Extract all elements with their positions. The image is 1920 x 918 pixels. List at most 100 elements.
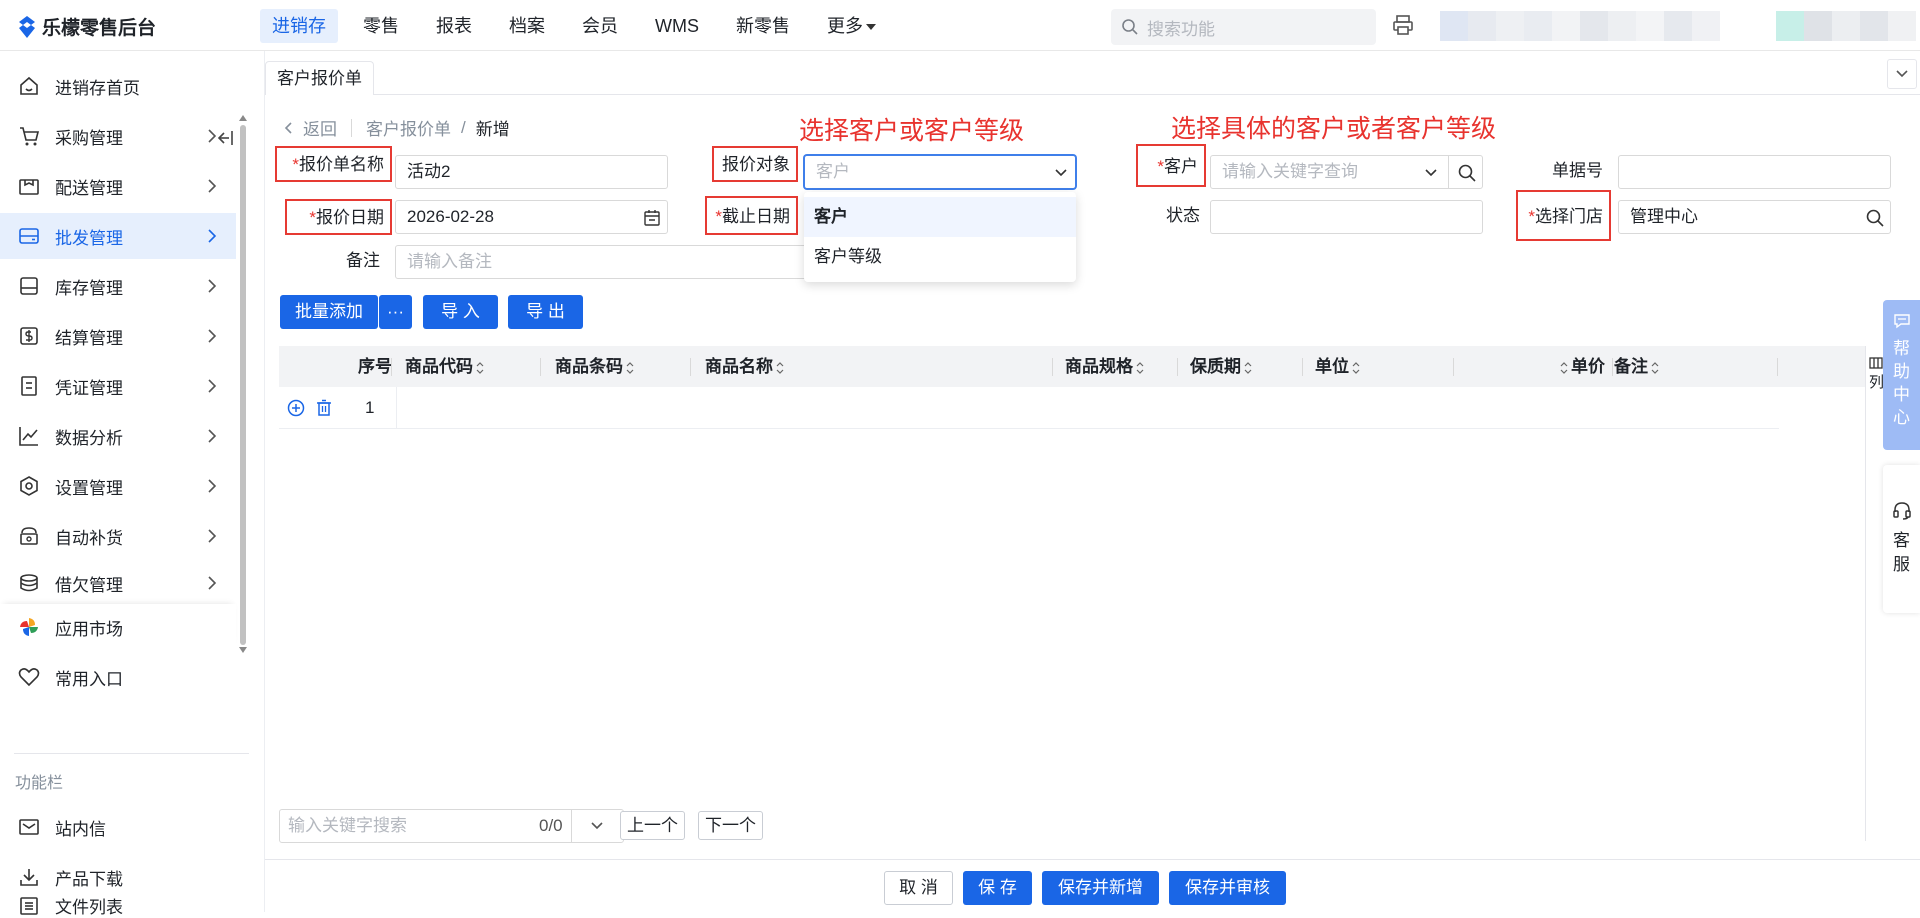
- column-divider: [391, 358, 392, 376]
- quote-target-select[interactable]: 客户: [804, 155, 1076, 189]
- tab-customer-quote[interactable]: 客户报价单: [265, 61, 374, 95]
- sidebar-item-delivery[interactable]: 配送管理: [0, 163, 236, 209]
- col-spec[interactable]: 商品规格: [1065, 346, 1144, 387]
- col-barcode[interactable]: 商品条码: [555, 346, 634, 387]
- nav-more[interactable]: 更多: [815, 9, 888, 43]
- heart-icon: [18, 668, 40, 687]
- delete-row-icon[interactable]: [315, 399, 333, 417]
- col-remark[interactable]: 备注: [1614, 346, 1659, 387]
- customer-input[interactable]: 请输入关键字查询: [1210, 155, 1483, 189]
- col-shelf-life[interactable]: 保质期: [1190, 346, 1252, 387]
- find-prev-button[interactable]: 上一个: [620, 811, 685, 840]
- sidebar-item-favorites[interactable]: 常用入口: [0, 654, 236, 700]
- sidebar-item-wholesale[interactable]: 批发管理: [0, 213, 236, 259]
- remark-input[interactable]: 请输入备注: [395, 245, 815, 279]
- save-and-new-button[interactable]: 保存并新增: [1042, 871, 1159, 905]
- chevron-right-icon: [208, 529, 217, 543]
- export-button[interactable]: 导 出: [508, 295, 583, 329]
- quote-date-input[interactable]: 2026-02-28: [395, 200, 668, 234]
- calendar-icon[interactable]: [642, 208, 662, 228]
- help-center-label: 帮助中心: [1893, 339, 1910, 427]
- col-product-code[interactable]: 商品代码: [405, 346, 484, 387]
- back-link[interactable]: 返回: [303, 115, 337, 140]
- printer-icon[interactable]: [1392, 14, 1414, 36]
- download-icon: [20, 869, 38, 886]
- nav-reports[interactable]: 报表: [424, 9, 484, 43]
- cancel-button[interactable]: 取 消: [884, 871, 953, 905]
- sidebar-item-label: 采购管理: [55, 128, 123, 148]
- table-find-bar: 输入关键字搜索 0/0: [279, 809, 624, 843]
- table-right-border: [1865, 346, 1866, 841]
- back-arrow-icon[interactable]: [283, 121, 293, 135]
- col-shelf-life-label: 保质期: [1190, 357, 1241, 376]
- find-next-button[interactable]: 下一个: [698, 811, 763, 840]
- find-input[interactable]: 输入关键字搜索: [288, 810, 407, 842]
- sidebar-item-purchase[interactable]: 采购管理: [0, 113, 236, 159]
- status-input[interactable]: [1210, 200, 1483, 234]
- search-icon[interactable]: [1865, 208, 1885, 228]
- nav-new-retail[interactable]: 新零售: [724, 9, 802, 43]
- sidebar-item-settings[interactable]: 设置管理: [0, 463, 236, 509]
- nav-wms[interactable]: WMS: [643, 9, 711, 43]
- add-row-icon[interactable]: [287, 399, 305, 417]
- save-and-audit-button[interactable]: 保存并审核: [1169, 871, 1286, 905]
- chevron-down-icon[interactable]: [590, 821, 604, 831]
- sidebar-item-label: 库存管理: [55, 278, 123, 298]
- sidebar-scrollbar[interactable]: [237, 113, 249, 653]
- breadcrumb-parent[interactable]: 客户报价单: [366, 115, 451, 140]
- sort-icon: [1651, 361, 1659, 374]
- chevron-right-icon: [208, 229, 217, 243]
- sidebar-item-label: 结算管理: [55, 328, 123, 348]
- end-date-label-text: 截止日期: [722, 207, 790, 226]
- sidebar-item-voucher[interactable]: 凭证管理: [0, 363, 236, 409]
- dropdown-option-customer-level[interactable]: 客户等级: [804, 237, 1076, 277]
- scroll-down-icon[interactable]: [237, 645, 249, 655]
- nav-member[interactable]: 会员: [570, 9, 630, 43]
- col-spec-label: 商品规格: [1065, 357, 1133, 376]
- app-logo[interactable]: 乐檬零售后台: [18, 13, 156, 40]
- store-value: 管理中心: [1630, 207, 1698, 226]
- search-icon[interactable]: [1457, 163, 1477, 183]
- end-date-label: *截止日期: [705, 196, 798, 235]
- save-button[interactable]: 保 存: [963, 871, 1032, 905]
- function-search[interactable]: 搜索功能: [1111, 9, 1376, 45]
- quote-date-value: 2026-02-28: [407, 207, 494, 226]
- scroll-up-icon[interactable]: [237, 113, 249, 123]
- store-input[interactable]: 管理中心: [1618, 200, 1891, 234]
- tabs-dropdown[interactable]: [1887, 59, 1917, 89]
- sidebar-item-inventory[interactable]: 库存管理: [0, 263, 236, 309]
- sidebar: 进销存首页 采购管理 配送管理 批发管理 库存管理 结算管理 凭证管理 数据分析…: [0, 51, 265, 917]
- chart-icon: [19, 427, 38, 446]
- columns-icon: [1869, 357, 1883, 369]
- sidebar-item-app-market[interactable]: 应用市场: [0, 604, 236, 650]
- chevron-right-icon: [208, 329, 217, 343]
- sidebar-item-files[interactable]: 文件列表: [0, 897, 236, 917]
- sidebar-item-settlement[interactable]: 结算管理: [0, 313, 236, 359]
- sidebar-item-analytics[interactable]: 数据分析: [0, 413, 236, 459]
- quote-date-label-text: 报价日期: [316, 208, 384, 227]
- doc-no-input[interactable]: [1618, 155, 1891, 189]
- more-actions-button[interactable]: ···: [379, 295, 412, 329]
- nav-archive[interactable]: 档案: [497, 9, 557, 43]
- nav-jinxiaocun[interactable]: 进销存: [260, 9, 338, 43]
- form-footer: 取 消 保 存 保存并新增 保存并审核: [265, 859, 1920, 912]
- chevron-down-icon: [1425, 169, 1437, 177]
- customer-service-widget[interactable]: 客服: [1883, 465, 1920, 613]
- sidebar-item-home[interactable]: 进销存首页: [0, 63, 236, 109]
- col-product-name[interactable]: 商品名称: [705, 346, 784, 387]
- file-list-icon: [20, 897, 38, 915]
- column-divider: [1612, 358, 1613, 376]
- sidebar-item-debt[interactable]: 借欠管理: [0, 563, 236, 603]
- nav-retail[interactable]: 零售: [351, 9, 411, 43]
- dropdown-option-customer[interactable]: 客户: [804, 197, 1076, 237]
- col-unit[interactable]: 单位: [1315, 346, 1360, 387]
- quote-name-input[interactable]: 活动2: [395, 155, 668, 189]
- col-price[interactable]: 单价: [1560, 346, 1605, 387]
- batch-add-button[interactable]: 批量添加: [280, 295, 378, 329]
- help-center-widget[interactable]: 帮助中心: [1883, 300, 1920, 450]
- sidebar-item-messages[interactable]: 站内信: [0, 804, 236, 850]
- delivery-icon: [19, 179, 39, 195]
- sidebar-item-replenish[interactable]: 自动补货: [0, 513, 236, 559]
- scrollbar-thumb[interactable]: [240, 125, 246, 645]
- import-button[interactable]: 导 入: [423, 295, 498, 329]
